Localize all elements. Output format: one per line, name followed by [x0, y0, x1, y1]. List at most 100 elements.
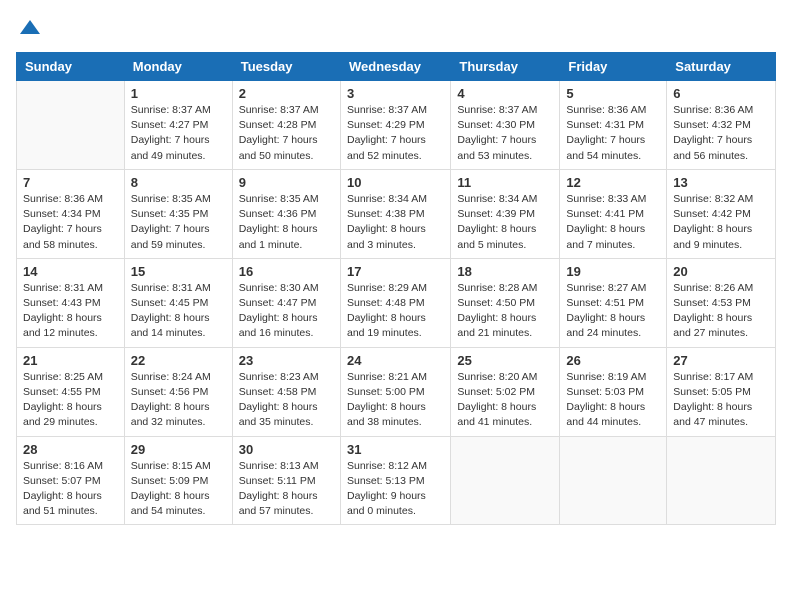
cell-info: Sunrise: 8:26 AMSunset: 4:53 PMDaylight:… — [673, 281, 769, 342]
calendar-cell — [451, 436, 560, 525]
logo — [16, 16, 42, 40]
calendar-week-row: 14 Sunrise: 8:31 AMSunset: 4:43 PMDayligh… — [17, 258, 776, 347]
day-number: 16 — [239, 264, 334, 279]
day-number: 2 — [239, 86, 334, 101]
cell-info: Sunrise: 8:31 AMSunset: 4:45 PMDaylight:… — [131, 281, 226, 342]
calendar-cell: 20 Sunrise: 8:26 AMSunset: 4:53 PMDayligh… — [667, 258, 776, 347]
day-number: 14 — [23, 264, 118, 279]
weekday-header: Sunday — [17, 53, 125, 81]
day-number: 21 — [23, 353, 118, 368]
calendar-cell: 10 Sunrise: 8:34 AMSunset: 4:38 PMDayligh… — [340, 169, 450, 258]
calendar-cell: 6 Sunrise: 8:36 AMSunset: 4:32 PMDaylight… — [667, 81, 776, 170]
calendar-cell: 17 Sunrise: 8:29 AMSunset: 4:48 PMDayligh… — [340, 258, 450, 347]
cell-info: Sunrise: 8:37 AMSunset: 4:27 PMDaylight:… — [131, 103, 226, 164]
calendar-week-row: 1 Sunrise: 8:37 AMSunset: 4:27 PMDaylight… — [17, 81, 776, 170]
calendar-cell: 13 Sunrise: 8:32 AMSunset: 4:42 PMDayligh… — [667, 169, 776, 258]
calendar-cell: 30 Sunrise: 8:13 AMSunset: 5:11 PMDayligh… — [232, 436, 340, 525]
day-number: 30 — [239, 442, 334, 457]
calendar-cell: 22Sunrise: 8:24 AMSunset: 4:56 PMDayligh… — [124, 347, 232, 436]
calendar-week-row: 7 Sunrise: 8:36 AMSunset: 4:34 PMDaylight… — [17, 169, 776, 258]
cell-info: Sunrise: 8:36 AMSunset: 4:34 PMDaylight:… — [23, 192, 118, 253]
weekday-header: Saturday — [667, 53, 776, 81]
calendar-cell: 29 Sunrise: 8:15 AMSunset: 5:09 PMDayligh… — [124, 436, 232, 525]
cell-info: Sunrise: 8:23 AMSunset: 4:58 PMDaylight:… — [239, 370, 334, 431]
calendar-cell — [560, 436, 667, 525]
day-number: 15 — [131, 264, 226, 279]
calendar-cell: 9 Sunrise: 8:35 AMSunset: 4:36 PMDaylight… — [232, 169, 340, 258]
page-header — [16, 16, 776, 40]
cell-info: Sunrise: 8:34 AMSunset: 4:38 PMDaylight:… — [347, 192, 444, 253]
day-number: 19 — [566, 264, 660, 279]
cell-info: Sunrise: 8:20 AMSunset: 5:02 PMDaylight:… — [457, 370, 553, 431]
cell-info: Sunrise: 8:35 AMSunset: 4:35 PMDaylight:… — [131, 192, 226, 253]
calendar-table: SundayMondayTuesdayWednesdayThursdayFrid… — [16, 52, 776, 525]
day-number: 28 — [23, 442, 118, 457]
day-number: 7 — [23, 175, 118, 190]
cell-info: Sunrise: 8:33 AMSunset: 4:41 PMDaylight:… — [566, 192, 660, 253]
cell-info: Sunrise: 8:29 AMSunset: 4:48 PMDaylight:… — [347, 281, 444, 342]
logo-icon — [18, 16, 42, 40]
calendar-cell: 8 Sunrise: 8:35 AMSunset: 4:35 PMDaylight… — [124, 169, 232, 258]
cell-info: Sunrise: 8:19 AMSunset: 5:03 PMDaylight:… — [566, 370, 660, 431]
calendar-header-row: SundayMondayTuesdayWednesdayThursdayFrid… — [17, 53, 776, 81]
day-number: 4 — [457, 86, 553, 101]
weekday-header: Wednesday — [340, 53, 450, 81]
calendar-cell: 4Sunrise: 8:37 AMSunset: 4:30 PMDaylight… — [451, 81, 560, 170]
day-number: 13 — [673, 175, 769, 190]
calendar-week-row: 21Sunrise: 8:25 AMSunset: 4:55 PMDayligh… — [17, 347, 776, 436]
day-number: 31 — [347, 442, 444, 457]
day-number: 8 — [131, 175, 226, 190]
calendar-cell: 2 Sunrise: 8:37 AMSunset: 4:28 PMDaylight… — [232, 81, 340, 170]
calendar-cell: 1 Sunrise: 8:37 AMSunset: 4:27 PMDaylight… — [124, 81, 232, 170]
weekday-header: Thursday — [451, 53, 560, 81]
cell-info: Sunrise: 8:32 AMSunset: 4:42 PMDaylight:… — [673, 192, 769, 253]
cell-info: Sunrise: 8:36 AMSunset: 4:31 PMDaylight:… — [566, 103, 660, 164]
calendar-cell: 11Sunrise: 8:34 AMSunset: 4:39 PMDayligh… — [451, 169, 560, 258]
calendar-cell: 5 Sunrise: 8:36 AMSunset: 4:31 PMDaylight… — [560, 81, 667, 170]
calendar-cell: 3 Sunrise: 8:37 AMSunset: 4:29 PMDaylight… — [340, 81, 450, 170]
day-number: 9 — [239, 175, 334, 190]
day-number: 26 — [566, 353, 660, 368]
cell-info: Sunrise: 8:34 AMSunset: 4:39 PMDaylight:… — [457, 192, 553, 253]
cell-info: Sunrise: 8:35 AMSunset: 4:36 PMDaylight:… — [239, 192, 334, 253]
day-number: 20 — [673, 264, 769, 279]
calendar-cell: 26 Sunrise: 8:19 AMSunset: 5:03 PMDayligh… — [560, 347, 667, 436]
cell-info: Sunrise: 8:37 AMSunset: 4:29 PMDaylight:… — [347, 103, 444, 164]
calendar-cell: 23 Sunrise: 8:23 AMSunset: 4:58 PMDayligh… — [232, 347, 340, 436]
day-number: 10 — [347, 175, 444, 190]
calendar-cell: 7 Sunrise: 8:36 AMSunset: 4:34 PMDaylight… — [17, 169, 125, 258]
day-number: 5 — [566, 86, 660, 101]
calendar-cell: 18Sunrise: 8:28 AMSunset: 4:50 PMDayligh… — [451, 258, 560, 347]
cell-info: Sunrise: 8:17 AMSunset: 5:05 PMDaylight:… — [673, 370, 769, 431]
calendar-cell: 25 Sunrise: 8:20 AMSunset: 5:02 PMDayligh… — [451, 347, 560, 436]
calendar-week-row: 28Sunrise: 8:16 AMSunset: 5:07 PMDayligh… — [17, 436, 776, 525]
day-number: 27 — [673, 353, 769, 368]
cell-info: Sunrise: 8:12 AMSunset: 5:13 PMDaylight:… — [347, 459, 444, 520]
weekday-header: Monday — [124, 53, 232, 81]
weekday-header: Tuesday — [232, 53, 340, 81]
day-number: 17 — [347, 264, 444, 279]
calendar-cell: 14 Sunrise: 8:31 AMSunset: 4:43 PMDayligh… — [17, 258, 125, 347]
day-number: 29 — [131, 442, 226, 457]
cell-info: Sunrise: 8:27 AMSunset: 4:51 PMDaylight:… — [566, 281, 660, 342]
day-number: 23 — [239, 353, 334, 368]
calendar-cell: 19 Sunrise: 8:27 AMSunset: 4:51 PMDayligh… — [560, 258, 667, 347]
calendar-cell: 21Sunrise: 8:25 AMSunset: 4:55 PMDayligh… — [17, 347, 125, 436]
cell-info: Sunrise: 8:37 AMSunset: 4:28 PMDaylight:… — [239, 103, 334, 164]
day-number: 6 — [673, 86, 769, 101]
day-number: 1 — [131, 86, 226, 101]
calendar-cell — [17, 81, 125, 170]
weekday-header: Friday — [560, 53, 667, 81]
calendar-cell: 24Sunrise: 8:21 AMSunset: 5:00 PMDayligh… — [340, 347, 450, 436]
day-number: 12 — [566, 175, 660, 190]
cell-info: Sunrise: 8:36 AMSunset: 4:32 PMDaylight:… — [673, 103, 769, 164]
cell-info: Sunrise: 8:15 AMSunset: 5:09 PMDaylight:… — [131, 459, 226, 520]
calendar-cell: 12 Sunrise: 8:33 AMSunset: 4:41 PMDayligh… — [560, 169, 667, 258]
day-number: 24 — [347, 353, 444, 368]
cell-info: Sunrise: 8:31 AMSunset: 4:43 PMDaylight:… — [23, 281, 118, 342]
day-number: 18 — [457, 264, 553, 279]
cell-info: Sunrise: 8:24 AMSunset: 4:56 PMDaylight:… — [131, 370, 226, 431]
day-number: 3 — [347, 86, 444, 101]
cell-info: Sunrise: 8:13 AMSunset: 5:11 PMDaylight:… — [239, 459, 334, 520]
day-number: 25 — [457, 353, 553, 368]
